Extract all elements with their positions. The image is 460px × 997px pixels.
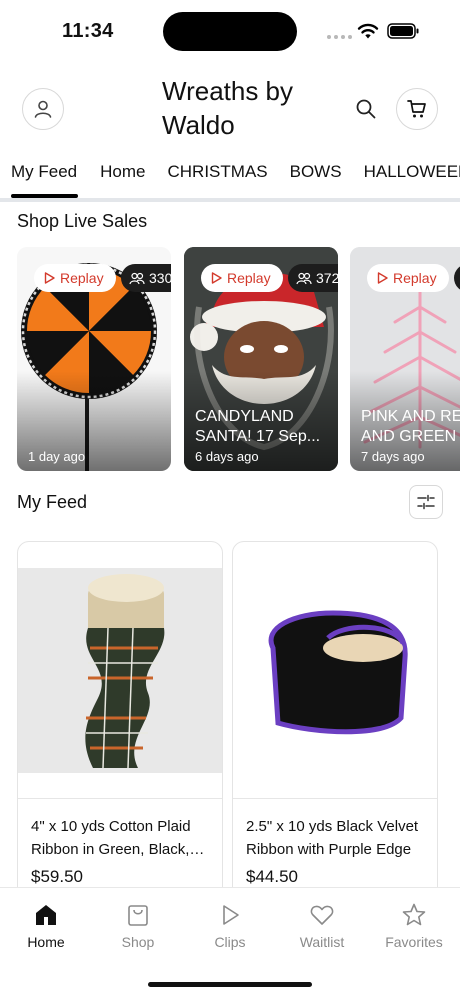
wifi-icon (357, 23, 379, 39)
nav-waitlist[interactable]: Waitlist (276, 902, 368, 950)
category-tabs: My Feed Home CHRISTMAS BOWS HALLOWEEN (0, 156, 460, 202)
live-sale-time: 7 days ago (361, 449, 425, 464)
viewer-count: 330 (149, 270, 171, 286)
home-indicator[interactable] (148, 982, 312, 987)
replay-label: Replay (393, 270, 437, 286)
nav-label: Favorites (385, 934, 443, 950)
nav-shop[interactable]: Shop (92, 902, 184, 950)
live-sale-card[interactable]: Replay 330 1 day ago (17, 247, 171, 471)
user-icon (34, 100, 52, 118)
play-icon (44, 272, 55, 284)
status-bar: 11:34 (0, 0, 460, 62)
star-icon (402, 903, 426, 926)
app-header: Wreaths by Waldo (0, 70, 460, 150)
live-sale-time: 6 days ago (195, 449, 259, 464)
product-image (233, 568, 437, 773)
nav-label: Clips (214, 934, 246, 950)
product-divider (18, 798, 222, 799)
search-icon[interactable] (354, 97, 378, 121)
live-sale-card[interactable]: Replay 372 CANDYLAND SANTA! 17 Sep... 6 … (184, 247, 338, 471)
live-sales-title: Shop Live Sales (17, 211, 148, 231)
viewer-count: 372 (316, 270, 338, 286)
cellular-signal-icon (327, 35, 352, 39)
live-sale-title-line2: AND GREEN (361, 428, 457, 445)
product-price: $44.50 (246, 867, 298, 886)
viewers-badge: 372 (288, 264, 338, 292)
nav-label: Waitlist (299, 934, 345, 950)
product-price: $59.50 (31, 867, 83, 886)
replay-badge: Replay (367, 264, 449, 292)
viewers-icon (296, 272, 312, 284)
play-icon (211, 272, 222, 284)
live-sale-card[interactable]: Replay PINK AND RE AND GREEN 7 days ago (350, 247, 460, 471)
product-divider (233, 798, 437, 799)
viewers-badge: 330 (121, 264, 171, 292)
app-title: Wreaths by Waldo (162, 76, 294, 140)
tab-label: CHRISTMAS (167, 162, 268, 181)
bottom-navigation: Home Shop Clips Waitlist Favorites (0, 887, 460, 997)
tab-label: HALLOWEEN (363, 162, 460, 181)
feed-title: My Feed (17, 492, 88, 512)
tab-bows[interactable]: BOWS (290, 156, 342, 202)
live-sale-title-line2: SANTA! 17 Sep... (195, 428, 321, 445)
product-card[interactable]: 4" x 10 yds Cotton Plaid Ribbon in Green… (17, 541, 223, 901)
nav-home[interactable]: Home (0, 902, 92, 950)
cart-button[interactable] (396, 88, 438, 130)
replay-badge: Replay (34, 264, 116, 292)
sliders-icon (417, 494, 435, 510)
shop-bag-icon (128, 905, 148, 926)
cart-icon (407, 100, 426, 118)
nav-clips[interactable]: Clips (184, 902, 276, 950)
tab-halloween[interactable]: HALLOWEEN (364, 156, 460, 202)
nav-label: Shop (121, 934, 155, 950)
live-sales-carousel[interactable]: Replay 330 1 day ago Replay 372 CANDYLAN… (0, 247, 460, 472)
nav-favorites[interactable]: Favorites (368, 902, 460, 950)
replay-label: Replay (227, 270, 271, 286)
tab-label: Home (100, 162, 146, 181)
live-sale-title-line1: CANDYLAND (195, 408, 294, 425)
product-name: 4" x 10 yds Cotton Plaid Ribbon in Green… (31, 818, 191, 858)
replay-badge: Replay (201, 264, 283, 292)
live-sale-time: 1 day ago (28, 449, 86, 464)
product-image (18, 568, 222, 773)
tab-label: BOWS (289, 162, 342, 181)
battery-icon (387, 23, 419, 39)
live-sale-title-line1: PINK AND RE (361, 408, 460, 425)
heart-icon (310, 905, 334, 925)
product-card[interactable]: 2.5" x 10 yds Black Velvet Ribbon with P… (232, 541, 438, 901)
tab-my-feed[interactable]: My Feed (11, 156, 78, 202)
viewers-icon (129, 272, 145, 284)
replay-label: Replay (60, 270, 104, 286)
tab-christmas[interactable]: CHRISTMAS (168, 156, 268, 202)
tab-home[interactable]: Home (100, 156, 145, 202)
dynamic-island (163, 12, 297, 51)
home-icon (36, 905, 56, 925)
status-time: 11:34 (62, 20, 114, 42)
play-icon (377, 272, 388, 284)
profile-button[interactable] (22, 88, 64, 130)
product-name: 2.5" x 10 yds Black Velvet Ribbon with P… (246, 818, 419, 858)
tabs-divider (0, 198, 460, 202)
nav-label: Home (27, 934, 65, 950)
tab-label: My Feed (11, 162, 78, 181)
play-icon (223, 905, 239, 925)
filter-button[interactable] (409, 485, 443, 519)
